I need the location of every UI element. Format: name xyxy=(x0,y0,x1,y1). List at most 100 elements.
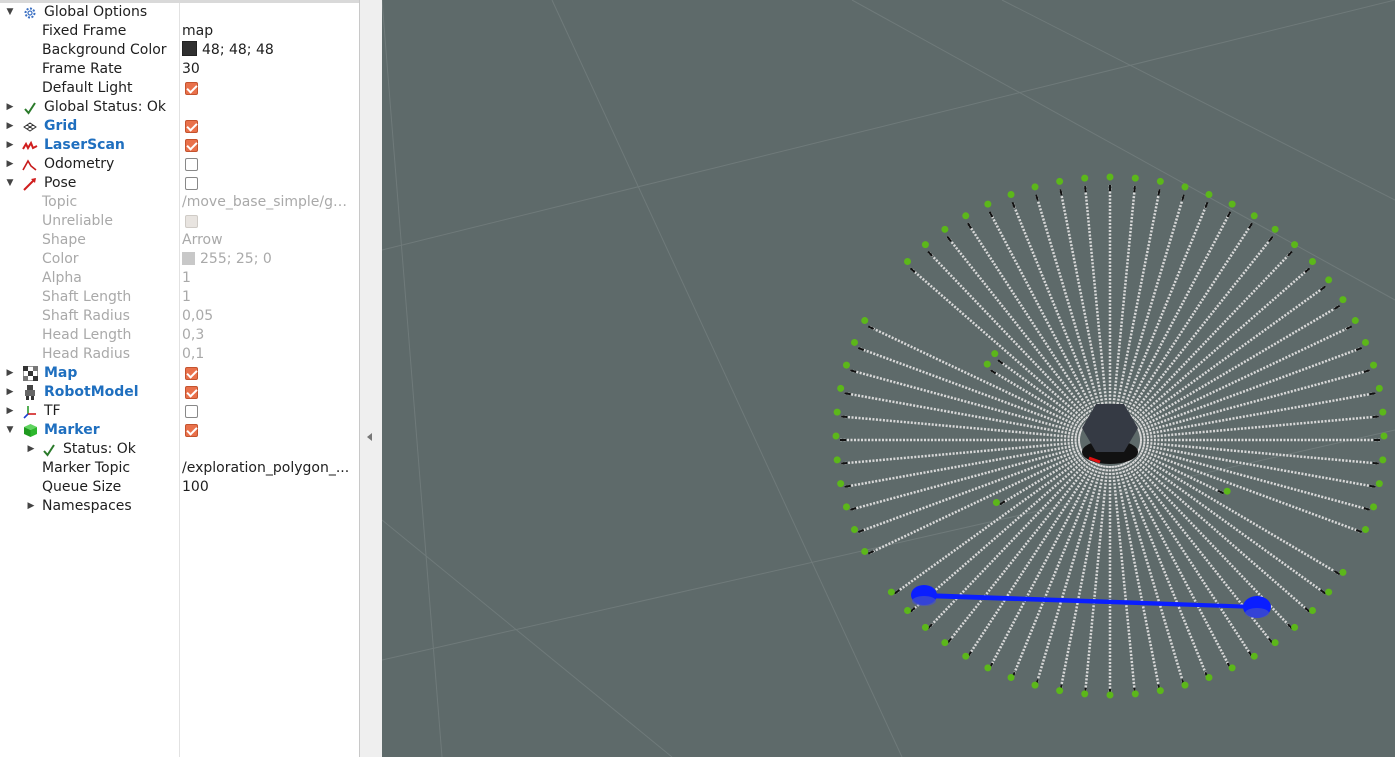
shaft-length-value[interactable]: 1 xyxy=(182,288,191,307)
property-head-length[interactable]: Head Length 0,3 xyxy=(0,326,358,345)
map-enable-checkbox[interactable] xyxy=(185,367,198,380)
property-color[interactable]: Color 255; 25; 0 xyxy=(0,250,358,269)
laser-endpoint xyxy=(1291,623,1299,631)
property-frame-rate[interactable]: Frame Rate 30 xyxy=(0,60,358,79)
fixed-frame-value[interactable]: map xyxy=(182,22,213,41)
tree-item-namespaces[interactable]: ▶ Namespaces xyxy=(0,497,358,516)
expand-arrow-icon[interactable]: ▶ xyxy=(25,497,37,516)
tree-item-label: Grid xyxy=(44,118,78,134)
scene-canvas[interactable] xyxy=(382,0,1395,757)
collapse-arrow-icon[interactable] xyxy=(367,433,372,441)
marker-topic-value[interactable]: /exploration_polygon_... xyxy=(182,459,349,478)
shaft-radius-value[interactable]: 0,05 xyxy=(182,307,213,326)
laser-endpoint xyxy=(904,258,912,266)
tree-item-tf[interactable]: ▶ TF xyxy=(0,402,358,421)
head-radius-value[interactable]: 0,1 xyxy=(182,345,204,364)
grid-icon xyxy=(22,119,38,134)
property-shaft-length[interactable]: Shaft Length 1 xyxy=(0,288,358,307)
laser-endpoint xyxy=(1156,177,1164,185)
tree-item-global-options[interactable]: ▼ Global Options xyxy=(0,3,358,22)
property-shaft-radius[interactable]: Shaft Radius 0,05 xyxy=(0,307,358,326)
tf-enable-checkbox[interactable] xyxy=(185,405,198,418)
frame-rate-value[interactable]: 30 xyxy=(182,60,200,79)
laser-ray xyxy=(1111,185,1137,415)
property-queue-size[interactable]: Queue Size 100 xyxy=(0,478,358,497)
color-value[interactable]: 255; 25; 0 xyxy=(182,250,272,269)
laser-endpoint xyxy=(992,499,1000,507)
property-default-light[interactable]: Default Light xyxy=(0,79,358,98)
pose-enable-checkbox[interactable] xyxy=(185,177,198,190)
unreliable-checkbox[interactable] xyxy=(185,215,198,228)
checkmark-icon xyxy=(41,442,57,457)
laser-endpoint xyxy=(1339,568,1347,576)
map-icon xyxy=(22,366,38,381)
topic-value[interactable]: /move_base_simple/goal xyxy=(182,193,354,212)
alpha-value[interactable]: 1 xyxy=(182,269,191,288)
expand-arrow-icon[interactable]: ▼ xyxy=(4,421,16,440)
head-length-value[interactable]: 0,3 xyxy=(182,326,204,345)
grid-enable-checkbox[interactable] xyxy=(185,120,198,133)
laserscan-enable-checkbox[interactable] xyxy=(185,139,198,152)
laser-ray xyxy=(857,448,1083,534)
laser-ray xyxy=(988,211,1098,418)
laser-endpoint xyxy=(991,350,999,358)
queue-size-value[interactable]: 100 xyxy=(182,478,209,497)
tf-icon xyxy=(22,404,38,419)
tree-item-marker[interactable]: ▼ Marker xyxy=(0,421,358,440)
expand-arrow-icon[interactable]: ▶ xyxy=(4,383,16,402)
tree-item-robotmodel[interactable]: ▶ RobotModel xyxy=(0,383,358,402)
laser-ray xyxy=(1124,222,1254,419)
expand-arrow-icon[interactable]: ▶ xyxy=(4,98,16,117)
tree-item-label: Global Status: Ok xyxy=(44,99,167,115)
shape-value[interactable]: Arrow xyxy=(182,231,223,250)
grid-line xyxy=(382,519,673,757)
laser-ray xyxy=(1122,462,1232,669)
expand-arrow-icon[interactable]: ▼ xyxy=(4,3,16,22)
laser-ray-tip xyxy=(1011,201,1016,209)
property-alpha[interactable]: Alpha 1 xyxy=(0,269,358,288)
robotmodel-enable-checkbox[interactable] xyxy=(185,386,198,399)
laser-endpoint xyxy=(962,212,970,220)
render-viewport[interactable] xyxy=(382,0,1395,757)
expand-arrow-icon[interactable]: ▶ xyxy=(25,440,37,459)
marker-endpoint-left-shade xyxy=(912,596,936,606)
expand-arrow-icon[interactable]: ▼ xyxy=(4,174,16,193)
background-color-value[interactable]: 48; 48; 48 xyxy=(182,41,274,60)
background-color-text: 48; 48; 48 xyxy=(202,42,274,58)
laser-endpoint xyxy=(1370,361,1378,369)
property-head-radius[interactable]: Head Radius 0,1 xyxy=(0,345,358,364)
expand-arrow-icon[interactable]: ▶ xyxy=(4,136,16,155)
expand-arrow-icon[interactable]: ▶ xyxy=(4,117,16,136)
laser-ray-tip xyxy=(1217,489,1225,495)
color-swatch xyxy=(182,41,197,56)
panel-splitter[interactable] xyxy=(360,0,382,757)
property-unreliable[interactable]: Unreliable xyxy=(0,212,358,231)
property-shape[interactable]: Shape Arrow xyxy=(0,231,358,250)
marker-endpoint-right-shade xyxy=(1245,608,1269,618)
property-background-color[interactable]: Background Color 48; 48; 48 xyxy=(0,41,358,60)
expand-arrow-icon[interactable]: ▶ xyxy=(4,364,16,383)
property-fixed-frame[interactable]: Fixed Frame map xyxy=(0,22,358,41)
laser-ray-tip xyxy=(867,325,875,330)
laser-endpoint xyxy=(1205,674,1213,682)
tree-item-pose[interactable]: ▼ Pose xyxy=(0,174,358,193)
laser-endpoint xyxy=(1370,503,1378,511)
marker-line xyxy=(924,593,1257,609)
tree-item-map[interactable]: ▶ Map xyxy=(0,364,358,383)
laser-endpoint xyxy=(983,360,991,368)
default-light-checkbox[interactable] xyxy=(185,82,198,95)
tree-item-odometry[interactable]: ▶ Odometry xyxy=(0,155,358,174)
tree-item-grid[interactable]: ▶ Grid xyxy=(0,117,358,136)
odometry-enable-checkbox[interactable] xyxy=(185,158,198,171)
tree-item-label: RobotModel xyxy=(44,384,139,400)
tree-item-global-status[interactable]: ▶ Global Status: Ok xyxy=(0,98,358,117)
tree-item-marker-status[interactable]: ▶ Status: Ok xyxy=(0,440,358,459)
tree-item-laserscan[interactable]: ▶ LaserScan xyxy=(0,136,358,155)
marker-enable-checkbox[interactable] xyxy=(185,424,198,437)
laser-endpoint xyxy=(1351,317,1359,325)
laser-endpoint xyxy=(842,361,850,369)
expand-arrow-icon[interactable]: ▶ xyxy=(4,402,16,421)
expand-arrow-icon[interactable]: ▶ xyxy=(4,155,16,174)
property-topic[interactable]: Topic /move_base_simple/goal xyxy=(0,193,358,212)
property-marker-topic[interactable]: Marker Topic /exploration_polygon_... xyxy=(0,459,358,478)
